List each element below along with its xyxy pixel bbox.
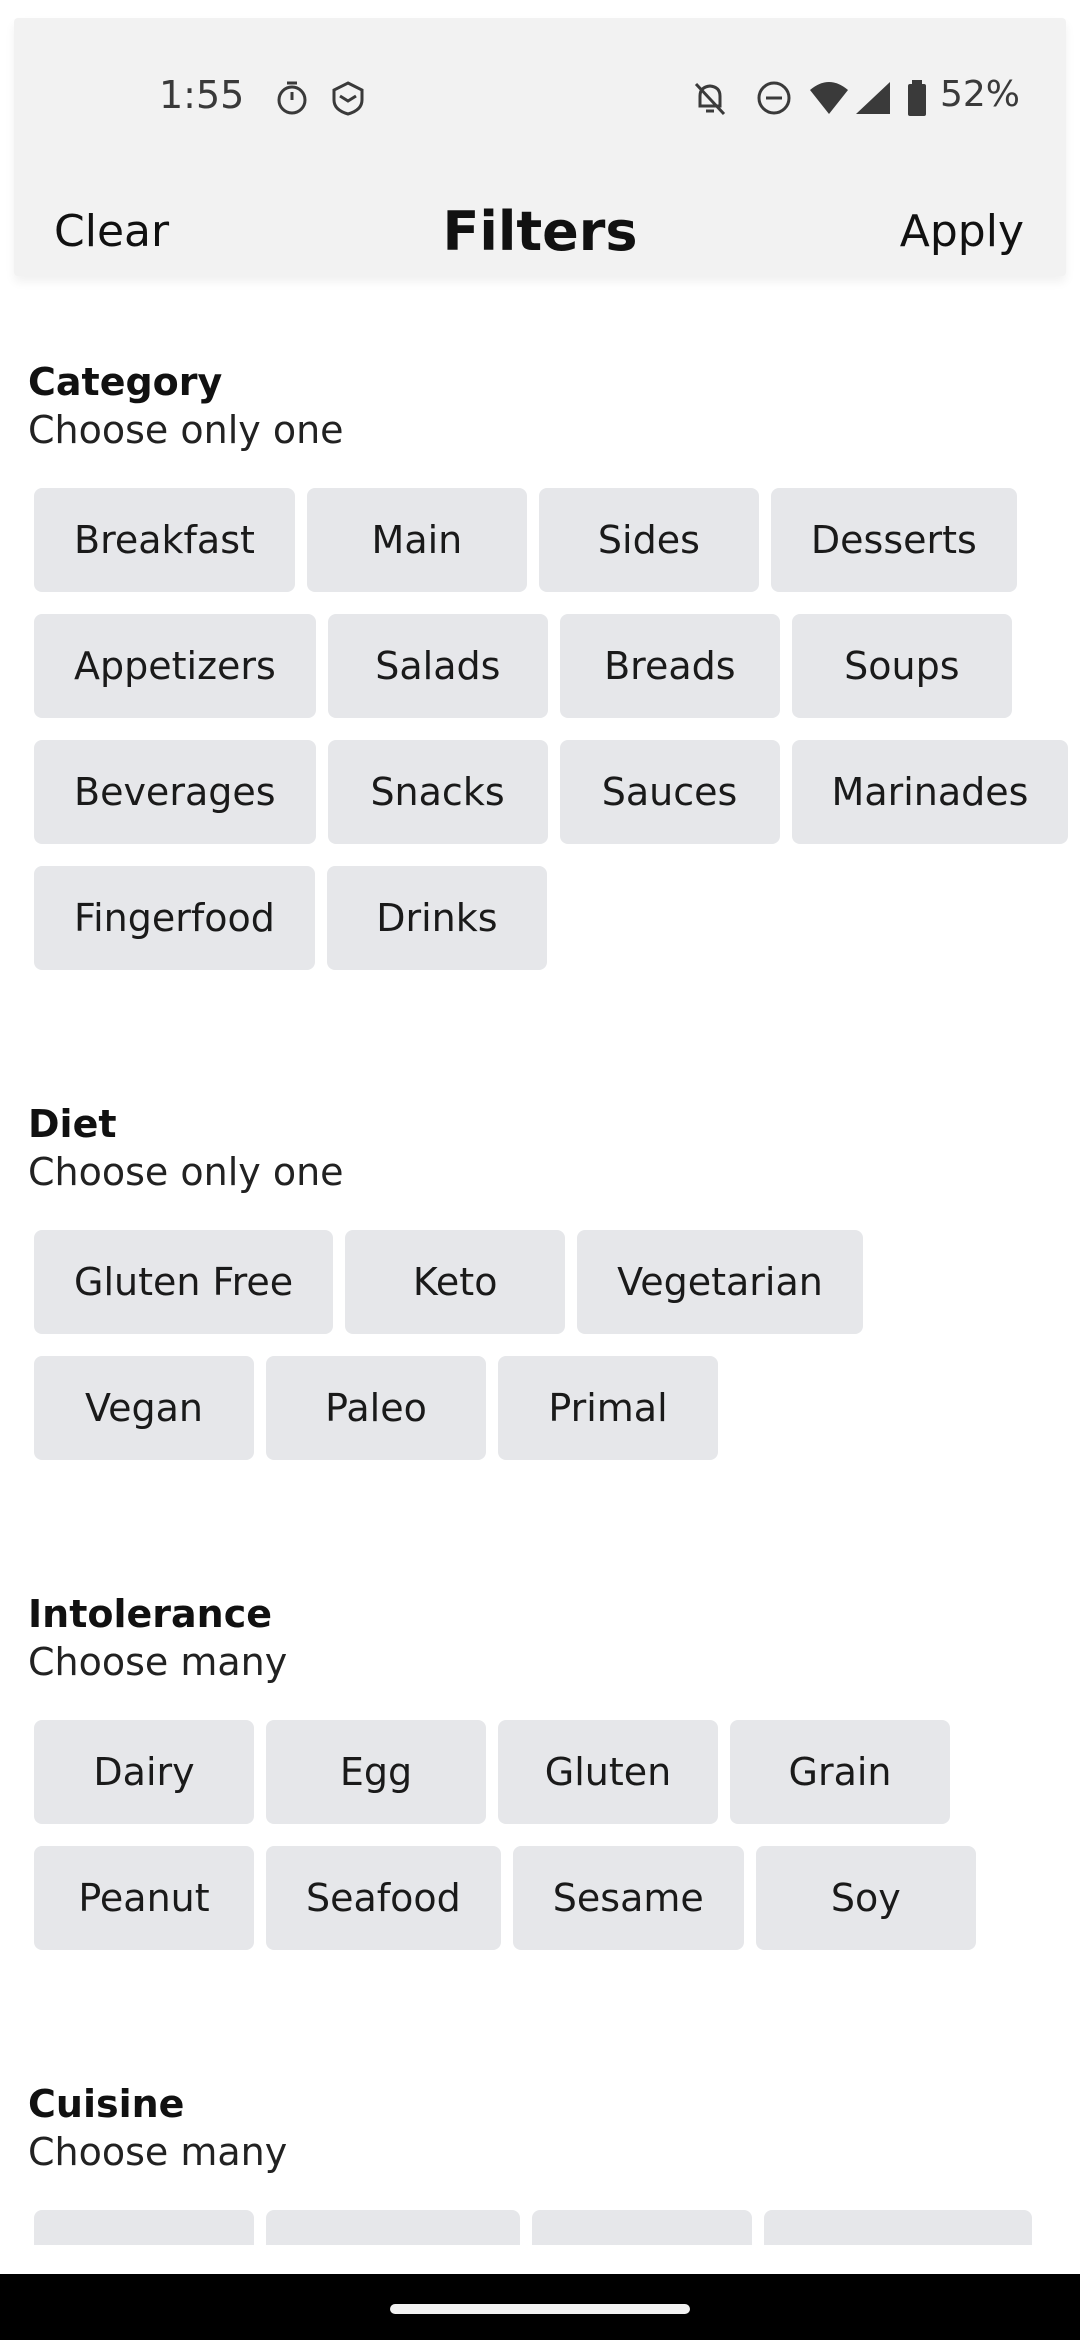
chip-sides[interactable]: Sides (538, 488, 759, 592)
chip-gluten[interactable]: Gluten (498, 1720, 718, 1824)
section-subtitle: Choose many (28, 1640, 288, 1684)
filters-content: Category Choose only one Breakfast Main … (0, 290, 1080, 2245)
timer-icon (272, 78, 312, 118)
section-subtitle: Choose only one (28, 1150, 344, 1194)
section-title: Diet (28, 1102, 117, 1146)
chip-appetizers[interactable]: Appetizers (34, 614, 316, 718)
title-bar: Clear Filters Apply (14, 188, 1066, 268)
intolerance-chip-group: Dairy Egg Gluten Grain Peanut Seafood Se… (34, 1720, 1074, 1950)
section-subtitle: Choose many (28, 2130, 288, 2174)
chip-cuisine-option[interactable] (532, 2210, 752, 2245)
chip-vegetarian[interactable]: Vegetarian (577, 1230, 863, 1334)
diet-chip-group: Gluten Free Keto Vegetarian Vegan Paleo … (34, 1230, 1074, 1460)
filters-screen: 1:55 52% Clear Filters Apply Category Ch… (0, 0, 1080, 2340)
chip-seafood[interactable]: Seafood (266, 1846, 501, 1950)
chip-desserts[interactable]: Desserts (770, 488, 1017, 592)
section-title: Intolerance (28, 1592, 272, 1636)
section-subtitle: Choose only one (28, 408, 344, 452)
cell-signal-icon (854, 78, 894, 118)
chip-sesame[interactable]: Sesame (512, 1846, 744, 1950)
chip-drinks[interactable]: Drinks (326, 866, 547, 970)
intolerance-section: Intolerance Choose many Dairy Egg Gluten… (28, 1592, 1068, 1972)
chip-fingerfood[interactable]: Fingerfood (34, 866, 315, 970)
chip-grain[interactable]: Grain (730, 1720, 950, 1824)
status-bar: 1:55 52% (14, 18, 1066, 148)
filters-header: 1:55 52% Clear Filters Apply (14, 18, 1066, 276)
category-section: Category Choose only one Breakfast Main … (28, 360, 1069, 992)
chip-cuisine-option[interactable] (34, 2210, 254, 2245)
chip-keto[interactable]: Keto (345, 1230, 566, 1334)
cuisine-section: Cuisine Choose many (28, 2082, 1068, 2245)
chip-soy[interactable]: Soy (755, 1846, 976, 1950)
do-not-disturb-icon (754, 78, 794, 118)
app-shield-icon (328, 78, 368, 118)
chip-beverages[interactable]: Beverages (34, 740, 316, 844)
chip-snacks[interactable]: Snacks (327, 740, 548, 844)
cuisine-chip-group (34, 2210, 1074, 2245)
chip-paleo[interactable]: Paleo (266, 1356, 486, 1460)
battery-percentage: 52% (940, 74, 1021, 115)
chip-main[interactable]: Main (306, 488, 527, 592)
category-chip-group: Breakfast Main Sides Desserts Appetizers… (34, 488, 1074, 970)
chip-egg[interactable]: Egg (266, 1720, 486, 1824)
chip-peanut[interactable]: Peanut (34, 1846, 254, 1950)
chip-marinades[interactable]: Marinades (791, 740, 1069, 844)
diet-section: Diet Choose only one Gluten Free Keto Ve… (28, 1102, 1068, 1482)
chip-dairy[interactable]: Dairy (34, 1720, 254, 1824)
chip-breads[interactable]: Breads (559, 614, 780, 718)
chip-breakfast[interactable]: Breakfast (34, 488, 295, 592)
chip-vegan[interactable]: Vegan (34, 1356, 254, 1460)
wifi-icon (808, 78, 848, 118)
bell-off-icon (690, 78, 730, 118)
chip-soups[interactable]: Soups (791, 614, 1012, 718)
status-time: 1:55 (159, 73, 245, 117)
chip-salads[interactable]: Salads (327, 614, 548, 718)
gesture-nav-bar (0, 2274, 1080, 2340)
chip-sauces[interactable]: Sauces (559, 740, 780, 844)
section-title: Cuisine (28, 2082, 185, 2126)
apply-button[interactable]: Apply (900, 206, 1024, 257)
chip-primal[interactable]: Primal (498, 1356, 718, 1460)
chip-gluten-free[interactable]: Gluten Free (34, 1230, 334, 1334)
home-gesture-handle[interactable] (390, 2304, 690, 2314)
chip-cuisine-option[interactable] (764, 2210, 1032, 2245)
battery-icon (906, 78, 928, 118)
chip-cuisine-option[interactable] (266, 2210, 520, 2245)
section-title: Category (28, 360, 223, 404)
